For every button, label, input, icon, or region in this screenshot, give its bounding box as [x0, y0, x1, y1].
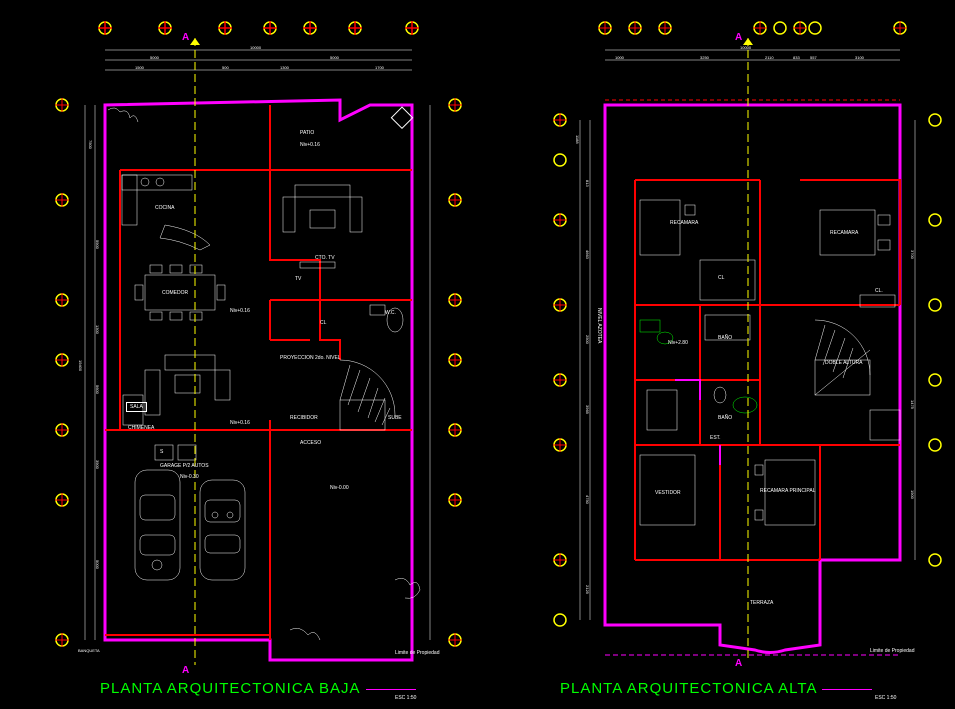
label-recamara1: RECAMARA	[670, 220, 698, 226]
dim-rh9: 4750	[585, 495, 590, 504]
section-marker-a-top-left: A	[182, 32, 189, 43]
dim-w4-l: 500	[222, 65, 229, 70]
label-chimenea: CHIMENEA	[128, 425, 154, 431]
label-cl2-r: CL.	[875, 288, 883, 294]
dim-h1-l: 5900	[95, 240, 100, 249]
esc-right: ESC 1:50	[875, 695, 896, 701]
dim-w5-l: 1300	[280, 65, 289, 70]
section-marker-a-bot-left: A	[182, 665, 189, 676]
dim-rw5: 557	[810, 55, 817, 60]
section-marker-a-bot-right: A	[735, 658, 742, 669]
label-tv: TV	[295, 276, 301, 282]
label-cl-r: CL	[718, 275, 724, 281]
label-bano2: BAÑO	[718, 415, 732, 421]
dim-rh3: 4663	[585, 250, 590, 259]
dim-banqueta: BANQUETA	[78, 648, 100, 653]
label-doble: DOBLE ALTURA	[825, 360, 862, 366]
dim-rw6: 3100	[855, 55, 864, 60]
label-garage: GARAGE P/2 AUTOS	[160, 463, 209, 469]
dim-w3-l: 1500	[135, 65, 144, 70]
dim-rh10: 3700	[910, 250, 915, 259]
label-recamara-p: RECAMARA PRINCIPAL	[760, 488, 815, 494]
dim-rh2: 813	[585, 180, 590, 187]
label-comedor: COMEDOR	[162, 290, 188, 296]
title-planta-alta: PLANTA ARQUITECTONICA ALTA	[560, 680, 872, 697]
label-sala: SALA	[126, 402, 147, 412]
label-patio-niv: Niv+0.16	[300, 142, 320, 148]
dim-rh1: 1188	[575, 135, 580, 144]
dim-rw4: 833	[793, 55, 800, 60]
label-sala-niv: Niv+0.16	[230, 420, 250, 426]
dim-rw1: 1000	[615, 55, 624, 60]
floor-plan-canvas	[0, 0, 955, 709]
label-niv-ext: Niv-0.00	[330, 485, 349, 491]
label-sube: SUBE	[388, 415, 402, 421]
label-cl: CL	[320, 320, 326, 326]
dim-w1-l: 5000	[150, 55, 159, 60]
dim-h2-l: 1300	[95, 325, 100, 334]
label-ctotv: CTO. TV	[315, 255, 335, 261]
title-planta-baja: PLANTA ARQUITECTONICA BAJA	[100, 680, 416, 697]
label-niv-r: Niv+2.80	[668, 340, 688, 346]
dim-h4-l: 3900	[95, 460, 100, 469]
dim-h3-l: 5600	[95, 385, 100, 394]
dim-rw2: 3250	[700, 55, 709, 60]
label-s: S	[160, 449, 163, 455]
label-wc: W.C.	[385, 310, 396, 316]
label-comedor-niv: Niv+0.16	[230, 308, 250, 314]
label-bano1: BAÑO	[718, 335, 732, 341]
dim-rh4: 2500	[585, 335, 590, 344]
dim-total-w-r: 10000	[740, 45, 751, 50]
dim-w2-l: 5000	[330, 55, 339, 60]
label-est: EST.	[710, 435, 721, 441]
section-marker-a-top-right: A	[735, 32, 742, 43]
dim-rh5: 3965	[585, 405, 590, 414]
label-cocina: COCINA	[155, 205, 174, 211]
label-vestidor: VESTIDOR	[655, 490, 681, 496]
label-azotea: NIVEL AZOTEA	[596, 308, 602, 343]
dim-rh7: 1475	[910, 400, 915, 409]
label-recibidor: RECIBIDOR	[290, 415, 318, 421]
dim-rh8: 1900	[910, 490, 915, 499]
dim-rw3: 2110	[765, 55, 774, 60]
label-acceso: ACCESO	[300, 440, 321, 446]
dim-rh11: 2125	[585, 585, 590, 594]
dim-htop-l: 7500	[88, 140, 93, 149]
dim-h5-l: 5000	[95, 560, 100, 569]
dim-w6-l: 1700	[375, 65, 384, 70]
label-limite-left: Limite de Propiedad	[395, 650, 439, 656]
dim-total-h-l: 19400	[78, 360, 83, 371]
label-limite-right: Limite de Propiedad	[870, 648, 914, 654]
label-garage-niv: Niv-0.30	[180, 474, 199, 480]
label-patio: PATIO	[300, 130, 314, 136]
label-terraza: TERRAZA	[750, 600, 773, 606]
label-recamara2: RECAMARA	[830, 230, 858, 236]
dim-total-w-l: 10000	[250, 45, 261, 50]
label-proyeccion: PROYECCION 2do. NIVEL	[280, 355, 341, 361]
